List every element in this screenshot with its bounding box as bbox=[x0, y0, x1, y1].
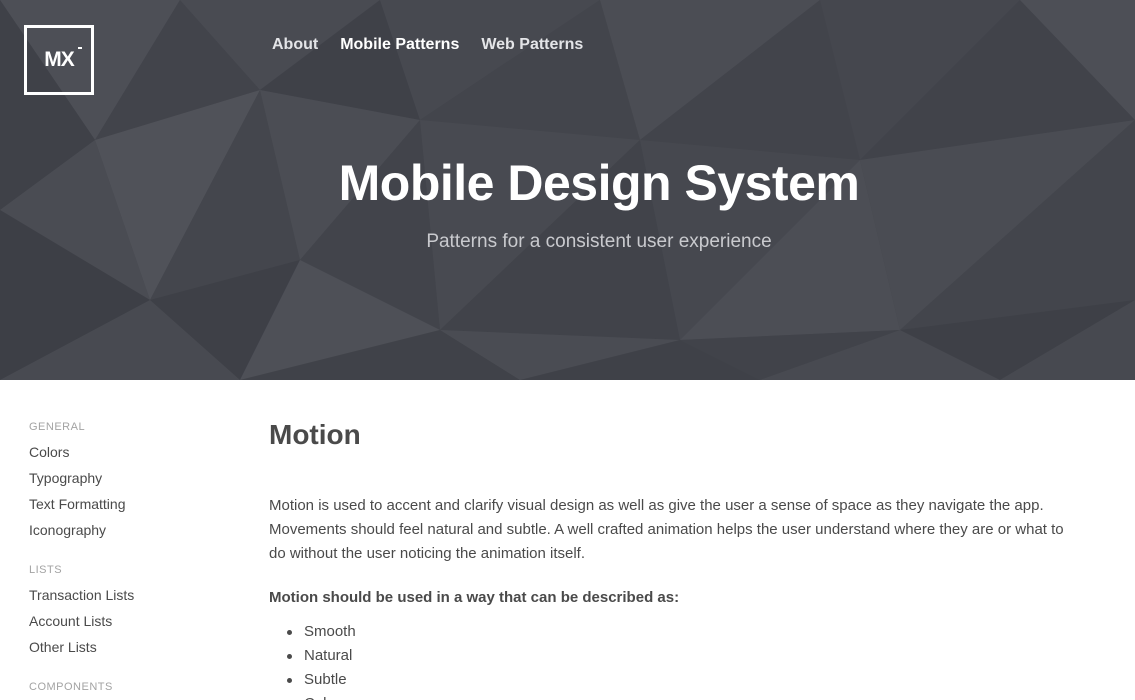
sidebar-item-transaction-lists[interactable]: Transaction Lists bbox=[29, 582, 229, 608]
sidebar-item-text-formatting[interactable]: Text Formatting bbox=[29, 491, 229, 517]
list-item: Natural bbox=[287, 644, 1069, 668]
motion-subheading: Motion should be used in a way that can … bbox=[269, 589, 680, 606]
list-item: Smooth bbox=[287, 620, 1069, 644]
motion-qualities-list: Smooth Natural Subtle Calm bbox=[269, 620, 1069, 700]
trademark-mark bbox=[78, 47, 82, 49]
sidebar-group-components: COMPONENTS bbox=[29, 680, 229, 694]
hero-title: Mobile Design System bbox=[338, 155, 860, 211]
sidebar-heading-general: GENERAL bbox=[29, 421, 86, 433]
logo-text: MX bbox=[44, 48, 74, 71]
sidebar-item-iconography[interactable]: Iconography bbox=[29, 517, 229, 543]
top-nav: About Mobile Patterns Web Patterns bbox=[272, 35, 605, 55]
main-content: Motion Motion is used to accent and clar… bbox=[269, 418, 1069, 700]
list-item: Calm bbox=[287, 692, 1069, 700]
sidebar-heading-components: COMPONENTS bbox=[29, 681, 113, 693]
nav-link-web-patterns[interactable]: Web Patterns bbox=[481, 35, 583, 55]
mx-logo[interactable]: MX bbox=[24, 25, 94, 95]
sidebar-item-other-lists[interactable]: Other Lists bbox=[29, 634, 229, 660]
sidebar-group-lists: LISTS Transaction Lists Account Lists Ot… bbox=[29, 563, 229, 660]
sidebar-item-colors[interactable]: Colors bbox=[29, 439, 229, 465]
list-item: Subtle bbox=[287, 668, 1069, 692]
nav-link-mobile-patterns[interactable]: Mobile Patterns bbox=[340, 35, 459, 55]
sidebar-item-account-lists[interactable]: Account Lists bbox=[29, 608, 229, 634]
intro-paragraph: Motion is used to accent and clarify vis… bbox=[269, 497, 1064, 562]
sidebar-nav: GENERAL Colors Typography Text Formattin… bbox=[29, 420, 229, 700]
page-title: Motion bbox=[269, 419, 361, 450]
hero-banner: MX About Mobile Patterns Web Patterns Mo… bbox=[0, 0, 1135, 380]
hero-subtitle: Patterns for a consistent user experienc… bbox=[426, 231, 772, 252]
sidebar-heading-lists: LISTS bbox=[29, 564, 63, 576]
sidebar-group-general: GENERAL Colors Typography Text Formattin… bbox=[29, 420, 229, 543]
nav-link-about[interactable]: About bbox=[272, 35, 318, 55]
sidebar-item-typography[interactable]: Typography bbox=[29, 465, 229, 491]
